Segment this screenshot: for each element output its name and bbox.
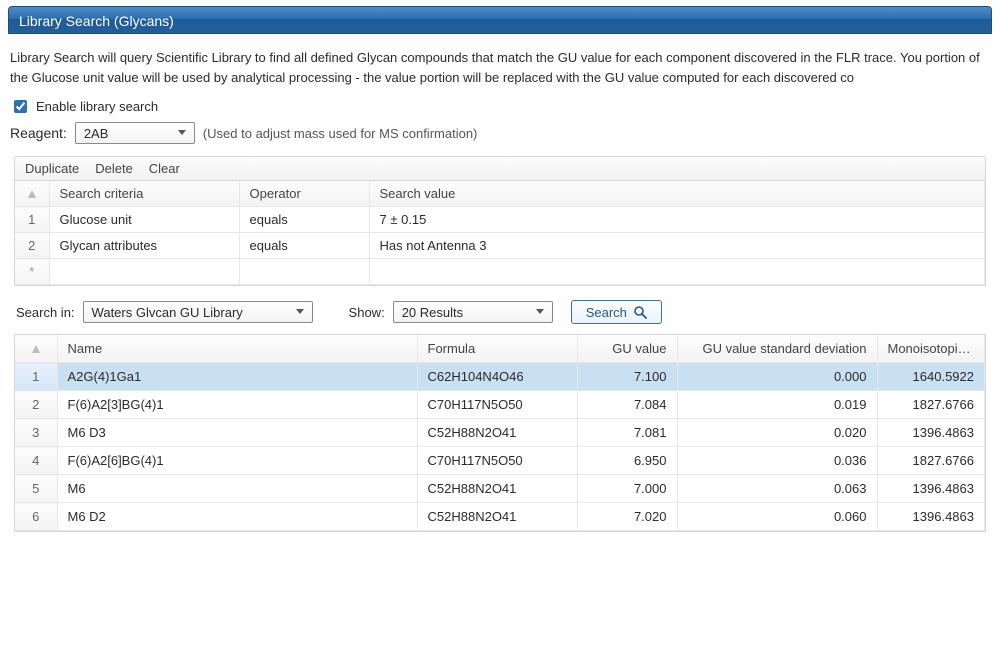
search-button-label: Search — [586, 305, 627, 320]
reagent-row: Reagent: 2AB (Used to adjust mass used f… — [10, 122, 990, 144]
results-cell-name[interactable]: A2G(4)1Ga1 — [57, 363, 417, 391]
results-cell-mono[interactable]: 1640.5922 — [877, 363, 985, 391]
enable-library-search-label: Enable library search — [36, 99, 158, 114]
criteria-row-number: 1 — [15, 207, 49, 233]
results-cell-sd[interactable]: 0.060 — [677, 503, 877, 531]
results-cell-formula[interactable]: C70H117N5O50 — [417, 391, 577, 419]
chevron-down-icon — [174, 130, 190, 136]
results-row-number: 5 — [15, 475, 57, 503]
search-icon — [633, 305, 647, 319]
results-row-selector-header[interactable] — [15, 335, 57, 363]
results-row[interactable]: 6M6 D2C52H88N2O417.0200.0601396.4863 — [15, 503, 985, 531]
results-cell-mono[interactable]: 1396.4863 — [877, 475, 985, 503]
results-cell-name[interactable]: F(6)A2[6]BG(4)1 — [57, 447, 417, 475]
results-header-mono[interactable]: Monoisotopic mass... — [877, 335, 985, 363]
results-cell-gu[interactable]: 7.084 — [577, 391, 677, 419]
reagent-label: Reagent: — [10, 125, 67, 141]
results-cell-sd[interactable]: 0.000 — [677, 363, 877, 391]
panel-title: Library Search (Glycans) — [8, 6, 992, 34]
results-cell-mono[interactable]: 1827.6766 — [877, 391, 985, 419]
results-cell-gu[interactable]: 7.100 — [577, 363, 677, 391]
chevron-down-icon — [532, 309, 548, 315]
reagent-select[interactable]: 2AB — [75, 122, 195, 144]
criteria-row-selector-header[interactable] — [15, 181, 49, 207]
results-cell-name[interactable]: M6 — [57, 475, 417, 503]
clear-button[interactable]: Clear — [149, 161, 180, 176]
results-row-number: 2 — [15, 391, 57, 419]
results-cell-sd[interactable]: 0.020 — [677, 419, 877, 447]
results-row[interactable]: 2F(6)A2[3]BG(4)1C70H117N5O507.0840.01918… — [15, 391, 985, 419]
results-row[interactable]: 4F(6)A2[6]BG(4)1C70H117N5O506.9500.03618… — [15, 447, 985, 475]
results-cell-formula[interactable]: C52H88N2O41 — [417, 475, 577, 503]
results-cell-formula[interactable]: C52H88N2O41 — [417, 419, 577, 447]
new-row-marker: * — [15, 259, 49, 285]
results-cell-name[interactable]: F(6)A2[3]BG(4)1 — [57, 391, 417, 419]
results-cell-gu[interactable]: 7.000 — [577, 475, 677, 503]
results-row[interactable]: 1A2G(4)1Ga1C62H104N4O467.1000.0001640.59… — [15, 363, 985, 391]
results-cell-mono[interactable]: 1396.4863 — [877, 419, 985, 447]
results-cell-name[interactable]: M6 D2 — [57, 503, 417, 531]
results-header-name[interactable]: Name — [57, 335, 417, 363]
criteria-cell-operator[interactable]: equals — [239, 207, 369, 233]
results-cell-name[interactable]: M6 D3 — [57, 419, 417, 447]
library-search-panel: Library Search (Glycans) Library Search … — [0, 6, 1000, 532]
results-row[interactable]: 3M6 D3C52H88N2O417.0810.0201396.4863 — [15, 419, 985, 447]
enable-library-search-checkbox[interactable] — [14, 100, 27, 113]
search-bar: Search in: Waters Glvcan GU Library Show… — [16, 300, 984, 324]
results-header-formula[interactable]: Formula — [417, 335, 577, 363]
criteria-header-value[interactable]: Search value — [369, 181, 985, 207]
delete-button[interactable]: Delete — [95, 161, 133, 176]
results-cell-sd[interactable]: 0.063 — [677, 475, 877, 503]
library-select[interactable]: Waters Glvcan GU Library — [83, 301, 313, 323]
criteria-toolbar: Duplicate Delete Clear — [14, 156, 986, 180]
show-results-value: 20 Results — [402, 305, 463, 320]
results-row-number: 1 — [15, 363, 57, 391]
results-cell-formula[interactable]: C70H117N5O50 — [417, 447, 577, 475]
criteria-cell-operator[interactable]: equals — [239, 233, 369, 259]
criteria-new-row[interactable]: * — [15, 259, 985, 285]
results-header-gu[interactable]: GU value — [577, 335, 677, 363]
criteria-cell-value[interactable]: 7 ± 0.15 — [369, 207, 985, 233]
results-cell-formula[interactable]: C52H88N2O41 — [417, 503, 577, 531]
chevron-down-icon — [292, 309, 308, 315]
enable-row: Enable library search — [10, 97, 990, 116]
search-in-label: Search in: — [16, 305, 75, 320]
results-cell-sd[interactable]: 0.019 — [677, 391, 877, 419]
results-header-sd[interactable]: GU value standard deviation — [677, 335, 877, 363]
results-cell-gu[interactable]: 6.950 — [577, 447, 677, 475]
results-cell-mono[interactable]: 1827.6766 — [877, 447, 985, 475]
show-label: Show: — [349, 305, 385, 320]
criteria-cell-value[interactable]: Has not Antenna 3 — [369, 233, 985, 259]
criteria-grid: Search criteria Operator Search value 1G… — [14, 180, 986, 286]
criteria-header-criteria[interactable]: Search criteria — [49, 181, 239, 207]
results-row-number: 6 — [15, 503, 57, 531]
reagent-value: 2AB — [84, 126, 109, 141]
duplicate-button[interactable]: Duplicate — [25, 161, 79, 176]
results-row[interactable]: 5M6C52H88N2O417.0000.0631396.4863 — [15, 475, 985, 503]
results-cell-gu[interactable]: 7.020 — [577, 503, 677, 531]
results-row-number: 4 — [15, 447, 57, 475]
criteria-cell-criteria[interactable]: Glycan attributes — [49, 233, 239, 259]
library-value: Waters Glvcan GU Library — [92, 305, 243, 320]
reagent-hint: (Used to adjust mass used for MS confirm… — [203, 126, 478, 141]
criteria-row[interactable]: 2Glycan attributesequalsHas not Antenna … — [15, 233, 985, 259]
criteria-row[interactable]: 1Glucose unitequals7 ± 0.15 — [15, 207, 985, 233]
results-row-number: 3 — [15, 419, 57, 447]
panel-body: Library Search will query Scientific Lib… — [0, 34, 1000, 532]
show-results-select[interactable]: 20 Results — [393, 301, 553, 323]
results-cell-sd[interactable]: 0.036 — [677, 447, 877, 475]
search-button[interactable]: Search — [571, 300, 662, 324]
results-cell-gu[interactable]: 7.081 — [577, 419, 677, 447]
criteria-row-number: 2 — [15, 233, 49, 259]
results-cell-mono[interactable]: 1396.4863 — [877, 503, 985, 531]
criteria-header-operator[interactable]: Operator — [239, 181, 369, 207]
results-cell-formula[interactable]: C62H104N4O46 — [417, 363, 577, 391]
criteria-cell-criteria[interactable]: Glucose unit — [49, 207, 239, 233]
results-grid: Name Formula GU value GU value standard … — [14, 334, 986, 532]
panel-description: Library Search will query Scientific Lib… — [10, 48, 990, 87]
